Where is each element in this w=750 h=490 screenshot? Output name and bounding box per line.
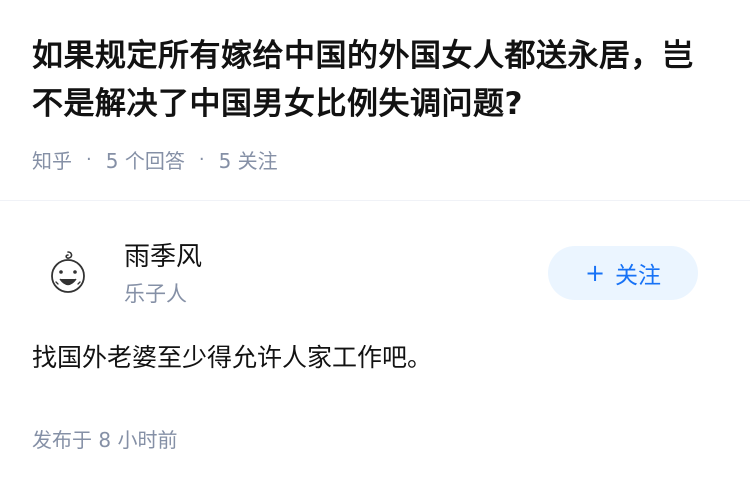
doodle-face-avatar-icon [51,251,85,293]
publish-time: 发布于 8 小时前 [32,428,178,452]
plus-icon: + [584,259,606,287]
section-divider [0,200,750,201]
question-header: 如果规定所有嫁给中国的外国女人都送永居，岂不是解决了中国男女比例失调问题? [32,32,722,128]
author-bio: 乐子人 [124,282,187,306]
answer-author: 雨季风 乐子人 + 关注 [32,232,722,312]
follower-count[interactable]: 5 关注 [219,145,278,174]
answer-content[interactable]: 找国外老婆至少得允许人家工作吧。 [32,338,432,374]
meta-separator: · [198,149,205,170]
avatar[interactable] [46,248,90,298]
meta-separator: · [86,149,92,170]
author-name[interactable]: 雨季风 [124,236,202,273]
question-meta: 知乎 · 5 个回答 · 5 关注 [32,145,278,174]
source-label[interactable]: 知乎 [32,145,72,174]
answer-count[interactable]: 5 个回答 [106,145,185,174]
follow-button[interactable]: + 关注 [548,246,698,300]
question-title[interactable]: 如果规定所有嫁给中国的外国女人都送永居，岂不是解决了中国男女比例失调问题? [32,32,722,128]
follow-button-label: 关注 [615,263,662,289]
